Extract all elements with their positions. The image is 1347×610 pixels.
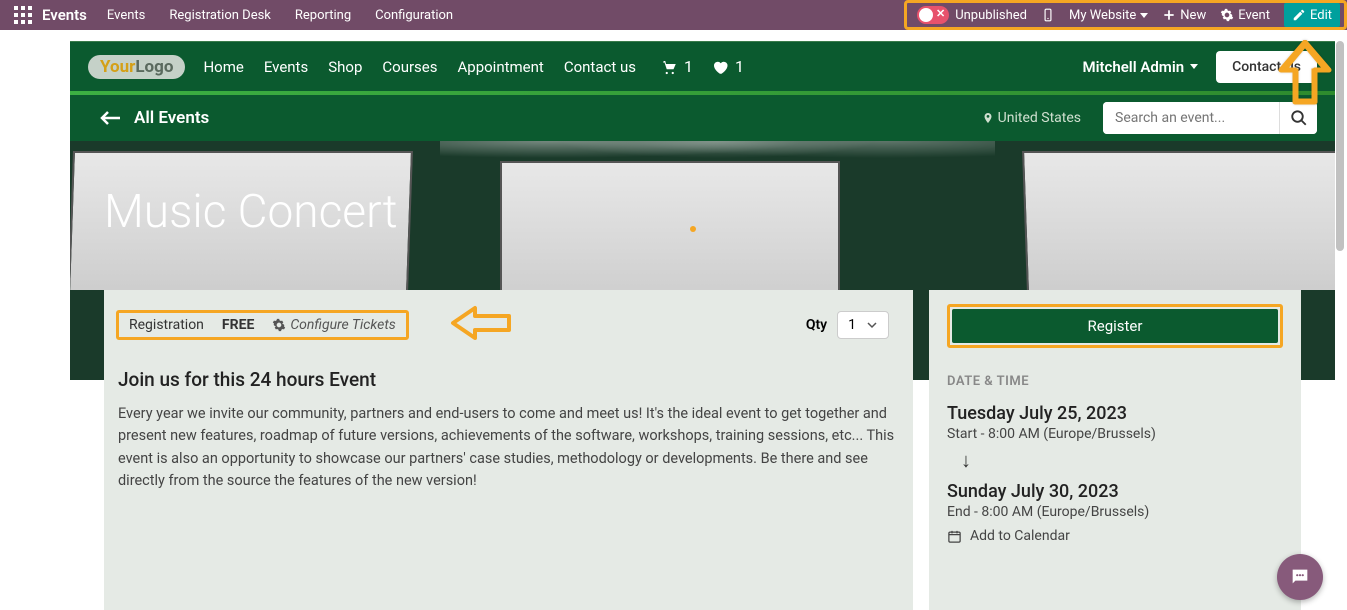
add-to-calendar-link[interactable]: Add to Calendar xyxy=(947,528,1283,544)
new-button[interactable]: New xyxy=(1162,8,1206,23)
topbar-left: Events Events Registration Desk Reportin… xyxy=(0,6,453,24)
publish-label: Unpublished xyxy=(955,8,1027,23)
location-label: United States xyxy=(998,110,1081,126)
event-settings-button[interactable]: Event xyxy=(1220,8,1270,23)
location-filter[interactable]: United States xyxy=(982,110,1081,126)
scrollbar-thumb[interactable] xyxy=(1336,41,1344,251)
pencil-icon xyxy=(1292,8,1306,22)
nav-shop[interactable]: Shop xyxy=(328,58,362,76)
nav-events[interactable]: Events xyxy=(264,58,308,76)
calendar-icon xyxy=(947,529,962,544)
register-button-highlight: Register xyxy=(947,304,1283,348)
add-to-calendar-label: Add to Calendar xyxy=(970,528,1070,544)
logo-badge: YourLogo xyxy=(88,55,185,79)
scrollbar[interactable] xyxy=(1336,41,1344,610)
hero-bg-screen xyxy=(1022,151,1335,290)
event-title: Music Concert xyxy=(104,185,398,239)
logo[interactable]: YourLogo xyxy=(88,57,185,77)
cart-count: 1 xyxy=(684,57,693,76)
menu-reporting[interactable]: Reporting xyxy=(295,8,351,23)
chat-bubble-button[interactable] xyxy=(1277,554,1323,600)
gear-icon xyxy=(272,318,286,332)
arrow-left-icon xyxy=(100,111,122,125)
down-arrow-icon: ↓ xyxy=(961,448,1283,473)
datetime-header: DATE & TIME xyxy=(947,374,1283,389)
gear-icon xyxy=(1220,8,1234,22)
new-label: New xyxy=(1180,8,1206,23)
edit-button[interactable]: Edit xyxy=(1284,3,1340,27)
search-input[interactable] xyxy=(1103,102,1279,134)
plus-icon xyxy=(1162,8,1176,22)
apps-grid-icon[interactable] xyxy=(14,6,32,24)
chat-icon xyxy=(1289,566,1311,588)
event-subtitle: Join us for this 24 hours Event xyxy=(118,368,913,391)
content-row: Registration FREE Configure Tickets Qty … xyxy=(70,290,1335,610)
configure-tickets-link[interactable]: Configure Tickets xyxy=(272,317,395,333)
toggle-switch-icon[interactable]: ✕ xyxy=(917,6,949,24)
registration-bar: Registration FREE Configure Tickets Qty … xyxy=(104,304,913,356)
event-label: Event xyxy=(1238,8,1270,23)
user-menu[interactable]: Mitchell Admin xyxy=(1082,58,1198,76)
topbar-menu: Events Registration Desk Reporting Confi… xyxy=(107,8,453,23)
pin-icon xyxy=(982,111,994,125)
registration-price: FREE xyxy=(222,317,254,333)
nav-icons: 1 1 xyxy=(660,57,744,76)
cart-icon xyxy=(660,58,678,76)
site-header: YourLogo Home Events Shop Courses Appoin… xyxy=(70,41,1335,91)
nav-appointment[interactable]: Appointment xyxy=(457,58,543,76)
start-date: Tuesday July 25, 2023 xyxy=(947,403,1283,424)
nav-contact[interactable]: Contact us xyxy=(564,58,636,76)
hero-dot xyxy=(690,226,696,232)
menu-registration-desk[interactable]: Registration Desk xyxy=(169,8,271,23)
chevron-down-icon xyxy=(866,319,878,331)
user-name: Mitchell Admin xyxy=(1082,58,1184,76)
back-label: All Events xyxy=(134,108,209,128)
event-description: Every year we invite our community, part… xyxy=(104,403,913,493)
cart-button[interactable]: 1 xyxy=(660,57,693,76)
mobile-preview-button[interactable] xyxy=(1041,8,1055,22)
breadcrumb-right: United States xyxy=(982,102,1317,134)
mobile-icon xyxy=(1041,8,1055,22)
registration-highlight: Registration FREE Configure Tickets xyxy=(116,310,409,340)
content-left: Registration FREE Configure Tickets Qty … xyxy=(104,290,913,610)
annotation-arrow-up xyxy=(1277,40,1333,114)
end-time: End - 8:00 AM (Europe/Brussels) xyxy=(947,504,1283,520)
heart-icon xyxy=(711,58,729,76)
caret-down-icon xyxy=(1190,64,1198,69)
nav-home[interactable]: Home xyxy=(203,58,243,76)
content-right: Register DATE & TIME Tuesday July 25, 20… xyxy=(929,290,1301,610)
qty-select[interactable]: 1 xyxy=(837,311,889,339)
top-bar: Events Events Registration Desk Reportin… xyxy=(0,0,1347,30)
hero-lights xyxy=(440,141,995,171)
page-wrap: YourLogo Home Events Shop Courses Appoin… xyxy=(70,41,1335,610)
registration-label: Registration xyxy=(129,317,204,333)
hero: Music Concert xyxy=(70,141,1335,290)
topbar-right: ✕ Unpublished My Website New Event Edit xyxy=(904,0,1347,30)
menu-events[interactable]: Events xyxy=(107,8,145,23)
end-date: Sunday July 30, 2023 xyxy=(947,481,1283,502)
start-time: Start - 8:00 AM (Europe/Brussels) xyxy=(947,426,1283,442)
edit-label: Edit xyxy=(1310,8,1332,23)
annotation-arrow-left xyxy=(449,304,513,346)
app-title[interactable]: Events xyxy=(42,6,87,24)
configure-tickets-label: Configure Tickets xyxy=(290,317,395,333)
caret-down-icon xyxy=(1140,13,1148,18)
publish-toggle[interactable]: ✕ Unpublished xyxy=(917,6,1027,24)
menu-configuration[interactable]: Configuration xyxy=(375,8,453,23)
breadcrumb-bar: All Events United States xyxy=(70,95,1335,141)
website-selector[interactable]: My Website xyxy=(1069,8,1148,23)
website-label: My Website xyxy=(1069,8,1136,23)
nav-courses[interactable]: Courses xyxy=(382,58,437,76)
qty-wrap: Qty 1 xyxy=(806,311,889,339)
qty-label: Qty xyxy=(806,317,827,333)
qty-value: 1 xyxy=(848,317,856,333)
register-button[interactable]: Register xyxy=(952,309,1278,343)
hero-bg-screen xyxy=(500,161,840,290)
wishlist-count: 1 xyxy=(735,57,744,76)
wishlist-button[interactable]: 1 xyxy=(711,57,744,76)
topbar-right-highlight: ✕ Unpublished My Website New Event Edit xyxy=(904,0,1347,30)
back-to-all-events[interactable]: All Events xyxy=(100,108,209,128)
site-nav: Home Events Shop Courses Appointment Con… xyxy=(203,58,636,76)
